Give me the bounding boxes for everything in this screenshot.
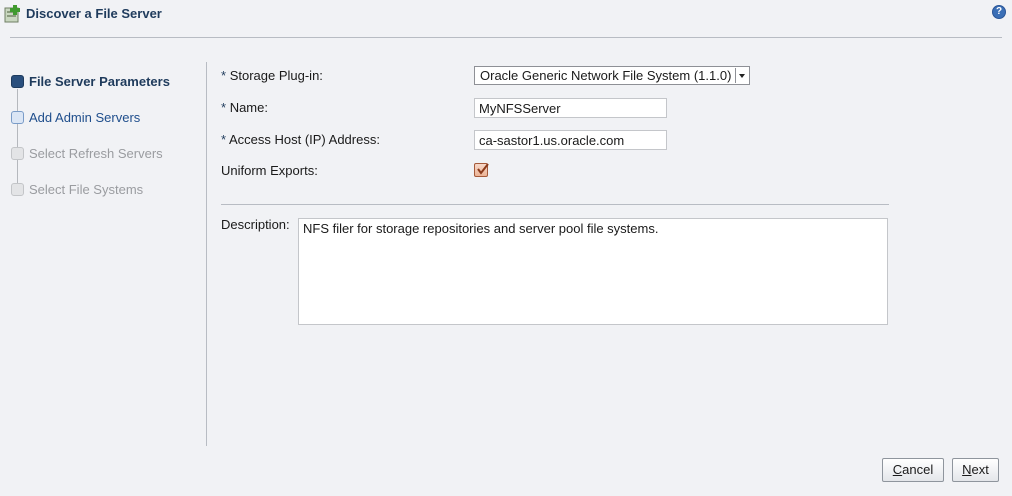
cancel-button[interactable]: Cancel bbox=[882, 458, 944, 482]
train-step-label: Select File Systems bbox=[29, 182, 144, 197]
step-disabled-icon bbox=[11, 183, 24, 196]
form-divider bbox=[221, 204, 889, 205]
storage-plugin-label: * Storage Plug-in: bbox=[221, 68, 323, 83]
dialog-title: Discover a File Server bbox=[26, 6, 162, 21]
description-label: Description: bbox=[221, 217, 290, 232]
next-button[interactable]: Next bbox=[952, 458, 999, 482]
train-step-add-admin-servers[interactable]: Add Admin Servers bbox=[10, 108, 200, 128]
required-marker: * bbox=[221, 132, 227, 147]
train-step-label: File Server Parameters bbox=[29, 74, 170, 89]
chevron-down-icon[interactable] bbox=[735, 68, 748, 83]
add-file-server-icon bbox=[4, 5, 20, 23]
storage-plugin-select[interactable]: Oracle Generic Network File System (1.1.… bbox=[474, 66, 750, 85]
train-step-label: Add Admin Servers bbox=[29, 110, 141, 125]
checkmark-icon bbox=[477, 163, 489, 175]
train-step-select-file-systems: Select File Systems bbox=[10, 180, 200, 200]
help-icon[interactable]: ? bbox=[992, 5, 1006, 19]
access-host-label: * Access Host (IP) Address: bbox=[221, 132, 380, 147]
step-disabled-icon bbox=[11, 147, 24, 160]
train-step-label: Select Refresh Servers bbox=[29, 146, 163, 161]
uniform-exports-label: Uniform Exports: bbox=[221, 163, 318, 178]
uniform-exports-checkbox[interactable] bbox=[474, 163, 489, 177]
step-active-icon bbox=[11, 75, 24, 88]
required-marker: * bbox=[221, 100, 227, 115]
header-divider bbox=[10, 37, 1002, 38]
dialog-header: Discover a File Server ? bbox=[0, 0, 1012, 28]
name-input[interactable] bbox=[474, 98, 667, 118]
train-step-select-refresh-servers: Select Refresh Servers bbox=[10, 144, 200, 164]
description-textarea[interactable]: NFS filer for storage repositories and s… bbox=[298, 218, 888, 325]
access-host-input[interactable] bbox=[474, 130, 667, 150]
name-label: * Name: bbox=[221, 100, 268, 115]
storage-plugin-value: Oracle Generic Network File System (1.1.… bbox=[480, 68, 732, 83]
train-step-file-server-parameters[interactable]: File Server Parameters bbox=[10, 72, 200, 92]
train-connector bbox=[17, 89, 18, 190]
step-enabled-icon bbox=[11, 111, 24, 124]
required-marker: * bbox=[221, 68, 227, 83]
panel-divider bbox=[206, 62, 207, 446]
